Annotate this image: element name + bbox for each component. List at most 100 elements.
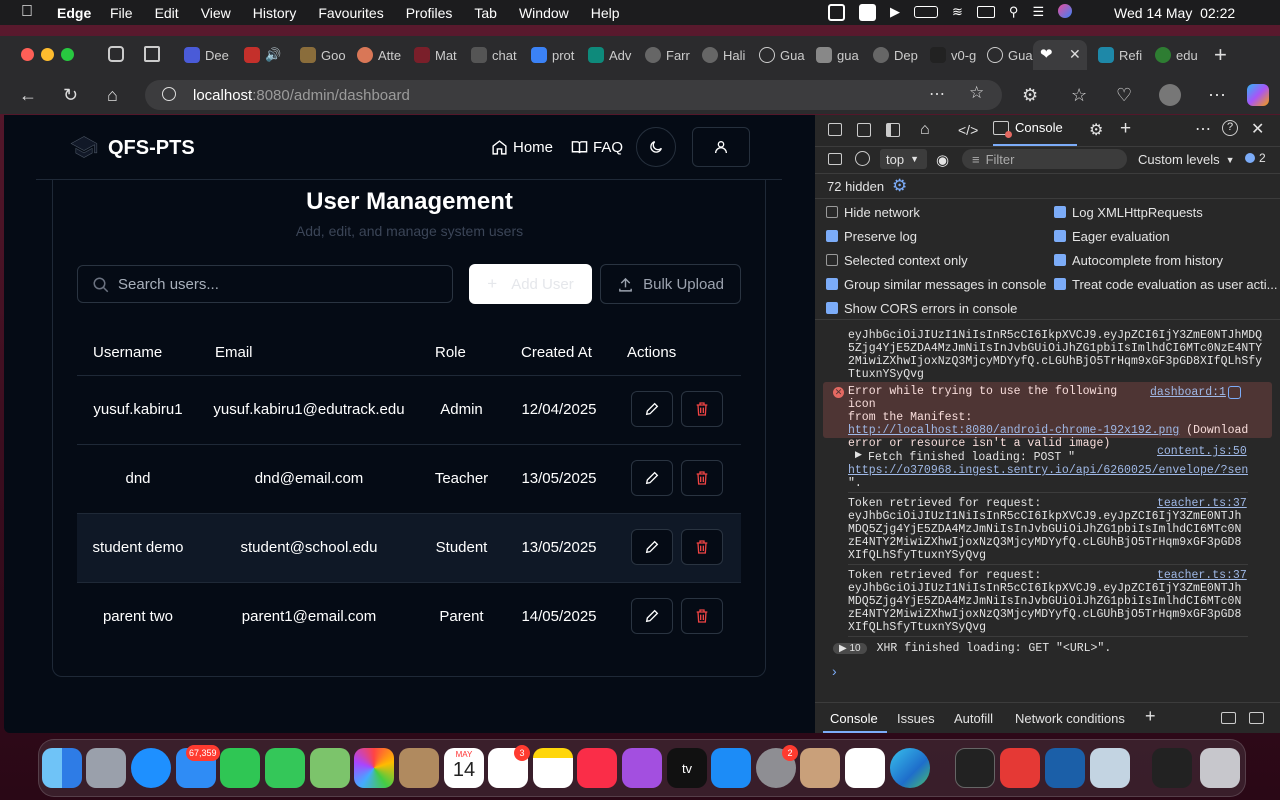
refresh-icon[interactable]: ↻ <box>63 86 78 104</box>
log-xhr-checkbox[interactable] <box>1054 206 1066 218</box>
browser-essentials-icon[interactable]: ♡ <box>1116 86 1132 104</box>
autocomplete-checkbox[interactable] <box>1054 254 1066 266</box>
preserve-log-checkbox[interactable] <box>826 230 838 242</box>
vscode-icon[interactable] <box>845 748 885 788</box>
delete-user-button[interactable] <box>681 460 723 496</box>
favourite-star-icon[interactable]: ☆ <box>969 83 984 103</box>
tab[interactable]: Dee <box>184 44 229 66</box>
copilot-icon[interactable] <box>1247 84 1269 106</box>
sentry-link[interactable]: https://o370968.ingest.sentry.io/api/626… <box>848 464 1248 477</box>
play-icon[interactable]: ▶ <box>890 4 900 21</box>
tab-console[interactable]: Console <box>993 120 1063 138</box>
console-settings-gear-icon[interactable]: ⚙ <box>892 176 907 196</box>
trash-icon[interactable] <box>1200 748 1240 788</box>
bug-icon[interactable]: ⚙ <box>1089 120 1103 140</box>
search-icon[interactable]: ⚲ <box>1009 4 1019 21</box>
tab[interactable]: prot <box>531 44 574 66</box>
nav-faq-link[interactable]: FAQ <box>571 139 623 156</box>
elements-tab-icon[interactable]: </> <box>958 122 978 138</box>
keyboard-icon[interactable] <box>976 6 995 18</box>
contacts-icon[interactable] <box>399 748 439 788</box>
nav-home-link[interactable]: Home <box>491 139 553 156</box>
apple-tv-icon[interactable]: tv <box>667 748 707 788</box>
ai-insights-icon[interactable] <box>1228 386 1241 399</box>
menu-favourites[interactable]: Favourites <box>318 5 383 21</box>
back-icon[interactable]: ← <box>19 86 37 104</box>
selected-context-checkbox[interactable] <box>826 254 838 266</box>
tab-actions-icon[interactable] <box>144 46 160 62</box>
device-emulation-icon[interactable] <box>857 123 871 137</box>
tab[interactable]: Farr <box>645 44 690 66</box>
launchpad-icon[interactable] <box>86 748 126 788</box>
notes-icon[interactable] <box>533 748 573 788</box>
tab[interactable]: 🔊 <box>244 44 281 66</box>
migration-icon[interactable] <box>1045 748 1085 788</box>
finder-icon[interactable] <box>42 748 82 788</box>
close-window-button[interactable] <box>21 48 34 61</box>
live-expression-eye-icon[interactable]: ◉ <box>936 151 949 169</box>
edge-icon[interactable] <box>890 748 930 788</box>
wifi-icon[interactable]: ≋ <box>952 4 963 21</box>
minimize-window-button[interactable] <box>41 48 54 61</box>
new-tab-icon[interactable]: + <box>1214 42 1227 68</box>
profile-avatar[interactable] <box>1159 84 1181 106</box>
extensions-icon[interactable]: ⚙ <box>1022 86 1038 104</box>
repeat-count-badge[interactable]: ▶ 10 <box>833 643 867 654</box>
disk-utility-icon[interactable] <box>1090 748 1130 788</box>
menu-profiles[interactable]: Profiles <box>406 5 453 21</box>
menu-file[interactable]: File <box>110 5 133 21</box>
dock-side-icon[interactable] <box>886 123 900 137</box>
close-devtools-icon[interactable]: ✕ <box>1251 119 1264 139</box>
welcome-home-icon[interactable]: ⌂ <box>920 121 930 139</box>
wps-icon[interactable] <box>1000 748 1040 788</box>
issues-counter[interactable]: 2 <box>1245 151 1266 165</box>
menu-view[interactable]: View <box>201 5 231 21</box>
drawer-close-icon[interactable] <box>1249 712 1264 724</box>
calendar-icon[interactable]: MAY 14 <box>444 748 484 788</box>
help-icon[interactable]: ? <box>1222 120 1238 136</box>
hide-network-checkbox[interactable] <box>826 206 838 218</box>
log-levels-dropdown[interactable]: Custom levels ▼ <box>1138 152 1235 167</box>
cors-errors-checkbox[interactable] <box>826 302 838 314</box>
clear-console-icon[interactable] <box>855 151 870 166</box>
app-store-icon[interactable] <box>711 748 751 788</box>
edit-user-button[interactable] <box>631 598 673 634</box>
tab[interactable]: Mat <box>414 44 457 66</box>
search-input[interactable]: Search users... <box>77 265 453 303</box>
add-tab-icon[interactable]: + <box>1120 118 1131 140</box>
podcasts-icon[interactable] <box>622 748 662 788</box>
delete-user-button[interactable] <box>681 529 723 565</box>
drawer-dock-icon[interactable] <box>1221 712 1236 724</box>
close-tab-icon[interactable]: ✕ <box>1069 46 1081 63</box>
edit-user-button[interactable] <box>631 391 673 427</box>
error-source-link[interactable]: dashboard:1 <box>1150 386 1226 399</box>
tab[interactable]: Refi <box>1098 44 1142 66</box>
drawer-add-icon[interactable]: + <box>1145 706 1156 727</box>
photos-icon[interactable] <box>354 748 394 788</box>
messages-icon[interactable] <box>265 748 305 788</box>
edit-user-button[interactable] <box>631 529 673 565</box>
clock[interactable]: Wed 14 May 02:22 <box>1114 5 1235 21</box>
tab[interactable]: Hali <box>702 44 745 66</box>
brand-logo[interactable]: QFS-PTS <box>108 137 195 160</box>
terminal-icon[interactable] <box>955 748 995 788</box>
workspaces-icon[interactable] <box>108 46 124 62</box>
filter-input[interactable]: ≡ Filter <box>962 149 1127 169</box>
manifest-icon-link[interactable]: http://localhost:8080/android-chrome-192… <box>848 424 1179 437</box>
drawer-tab-console[interactable]: Console <box>830 711 878 726</box>
safari-icon[interactable] <box>131 748 171 788</box>
tab[interactable]: Goo <box>300 44 346 66</box>
tab[interactable]: Atte <box>357 44 401 66</box>
user-menu-button[interactable] <box>692 127 750 167</box>
battery-icon[interactable] <box>914 6 938 18</box>
inspect-element-icon[interactable] <box>828 123 842 136</box>
edit-user-button[interactable] <box>631 460 673 496</box>
menu-app-name[interactable]: Edge <box>57 5 91 21</box>
drawer-tab-issues[interactable]: Issues <box>897 711 935 726</box>
tab[interactable]: Adv <box>588 44 631 66</box>
delete-user-button[interactable] <box>681 598 723 634</box>
settings-more-icon[interactable]: ⋯ <box>1208 86 1226 104</box>
favourites-icon[interactable]: ☆ <box>1071 86 1087 104</box>
script-icon[interactable] <box>828 4 845 21</box>
drawer-tab-autofill[interactable]: Autofill <box>954 711 993 726</box>
